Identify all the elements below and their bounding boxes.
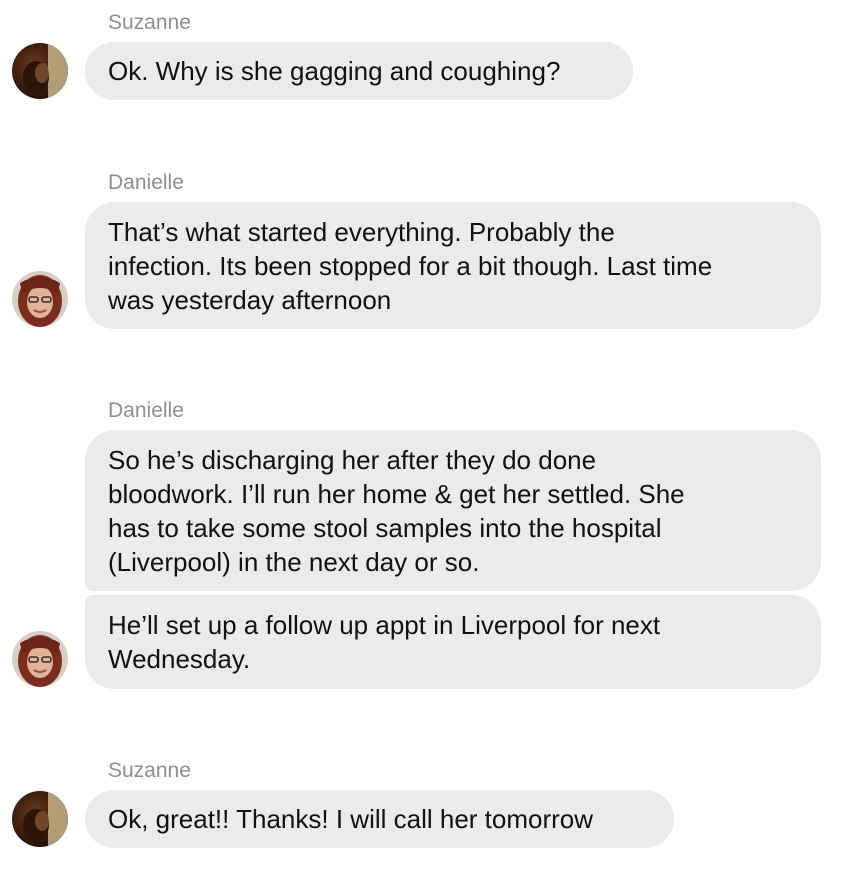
message-bubble[interactable]: He’ll set up a follow up appt in Liverpo… xyxy=(85,595,821,689)
avatar[interactable] xyxy=(12,791,68,847)
sender-name: Suzanne xyxy=(108,759,191,782)
sender-name: Suzanne xyxy=(108,11,191,34)
danielle-avatar-icon xyxy=(12,271,68,327)
avatar[interactable] xyxy=(12,43,68,99)
avatar[interactable] xyxy=(12,631,68,687)
sender-name: Danielle xyxy=(108,171,184,194)
message-bubble[interactable]: That’s what started everything. Probably… xyxy=(85,202,821,329)
sender-name: Danielle xyxy=(108,399,184,422)
suzanne-avatar-icon xyxy=(12,43,68,99)
message-bubble[interactable]: Ok. Why is she gagging and coughing? xyxy=(85,42,633,100)
danielle-avatar-icon xyxy=(12,631,68,687)
avatar[interactable] xyxy=(12,271,68,327)
message-bubble[interactable]: So he’s discharging her after they do do… xyxy=(85,430,821,591)
message-bubble[interactable]: Ok, great!! Thanks! I will call her tomo… xyxy=(85,790,674,848)
suzanne-avatar-icon xyxy=(12,791,68,847)
